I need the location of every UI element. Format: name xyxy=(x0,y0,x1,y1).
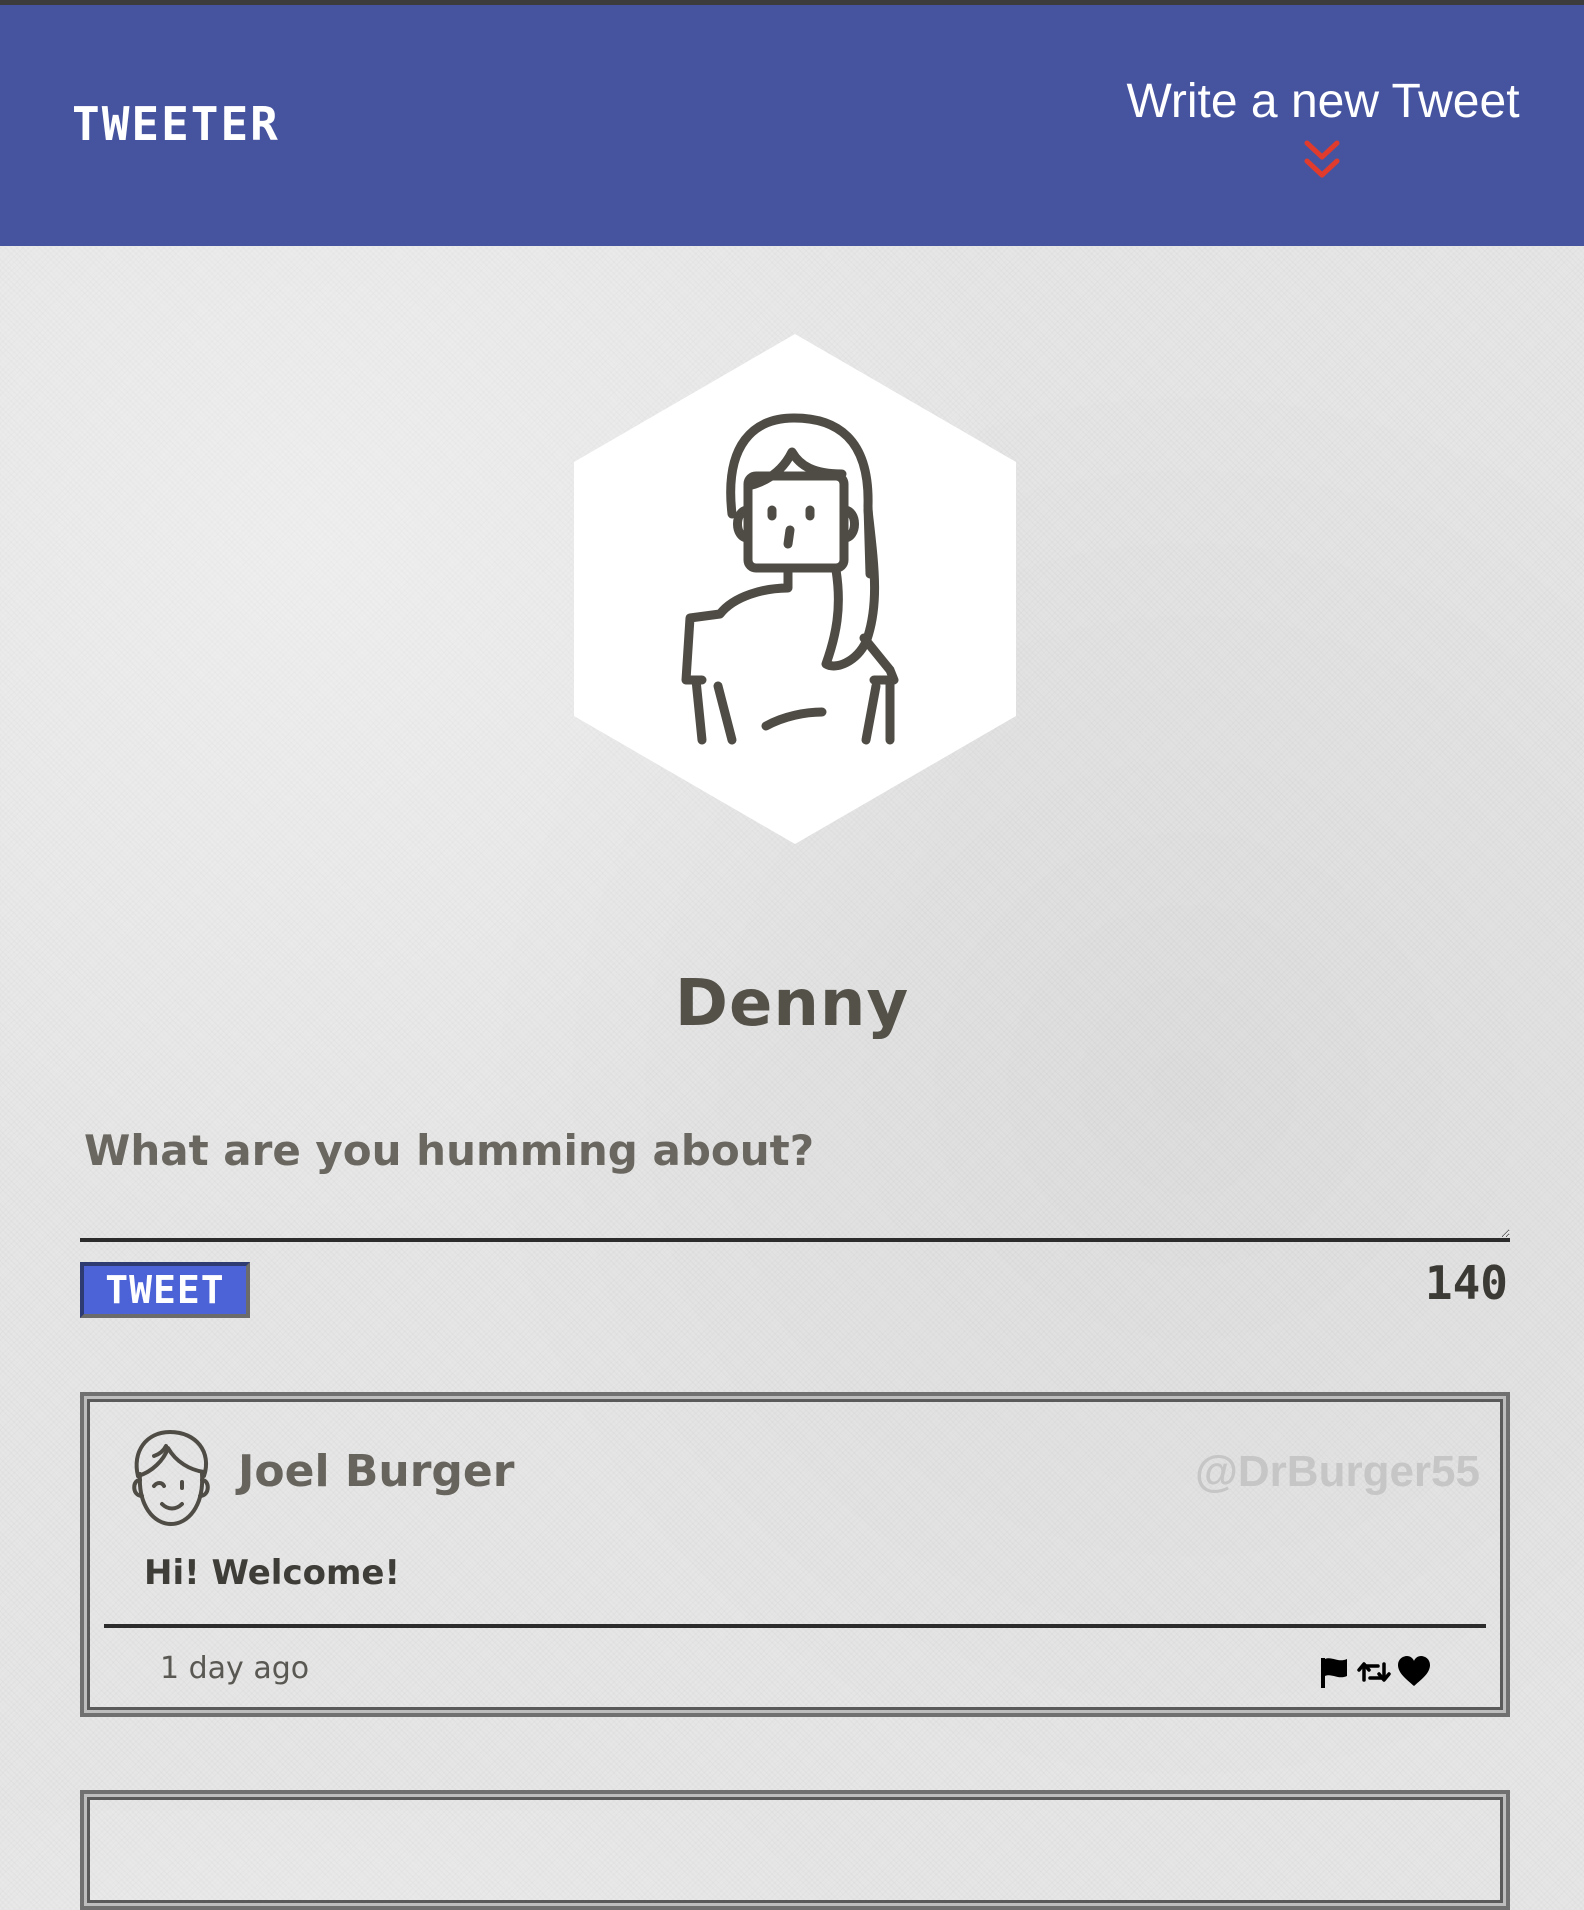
new-tweet-form: What are you humming about? TWEET 140 xyxy=(80,1120,1510,1320)
tweet-text-input[interactable] xyxy=(80,1182,1510,1242)
profile-avatar xyxy=(574,334,1016,844)
man-avatar-icon xyxy=(132,1430,210,1526)
double-chevron-down-icon[interactable] xyxy=(1301,137,1343,183)
write-new-tweet-toggle[interactable]: Write a new Tweet xyxy=(1118,76,1528,187)
new-tweet-prompt-label: What are you humming about? xyxy=(84,1126,815,1175)
top-navigation-bar: TWEETER Write a new Tweet xyxy=(0,5,1584,246)
tweet-timestamp: 1 day ago xyxy=(160,1651,310,1686)
flag-icon[interactable] xyxy=(1316,1654,1352,1690)
tweet-author-name: Joel Burger xyxy=(238,1446,515,1497)
write-new-tweet-label[interactable]: Write a new Tweet xyxy=(1118,76,1528,127)
tweet-actions xyxy=(1316,1654,1432,1690)
tweet-card: Joel Burger @DrBurger55 Hi! Welcome! 1 d… xyxy=(80,1392,1510,1717)
tweet-author-handle[interactable]: @DrBurger55 xyxy=(1195,1450,1480,1494)
tweet-submit-button[interactable]: TWEET xyxy=(80,1262,250,1318)
profile-name: Denny xyxy=(674,967,910,1041)
character-counter: 140 xyxy=(1424,1256,1508,1310)
brand-logo[interactable]: TWEETER xyxy=(72,101,280,147)
retweet-icon[interactable] xyxy=(1356,1654,1392,1690)
tweet-footer-divider xyxy=(104,1624,1486,1628)
tweet-card xyxy=(80,1790,1510,1910)
heart-icon[interactable] xyxy=(1396,1654,1432,1690)
tweet-body-text: Hi! Welcome! xyxy=(144,1553,400,1593)
